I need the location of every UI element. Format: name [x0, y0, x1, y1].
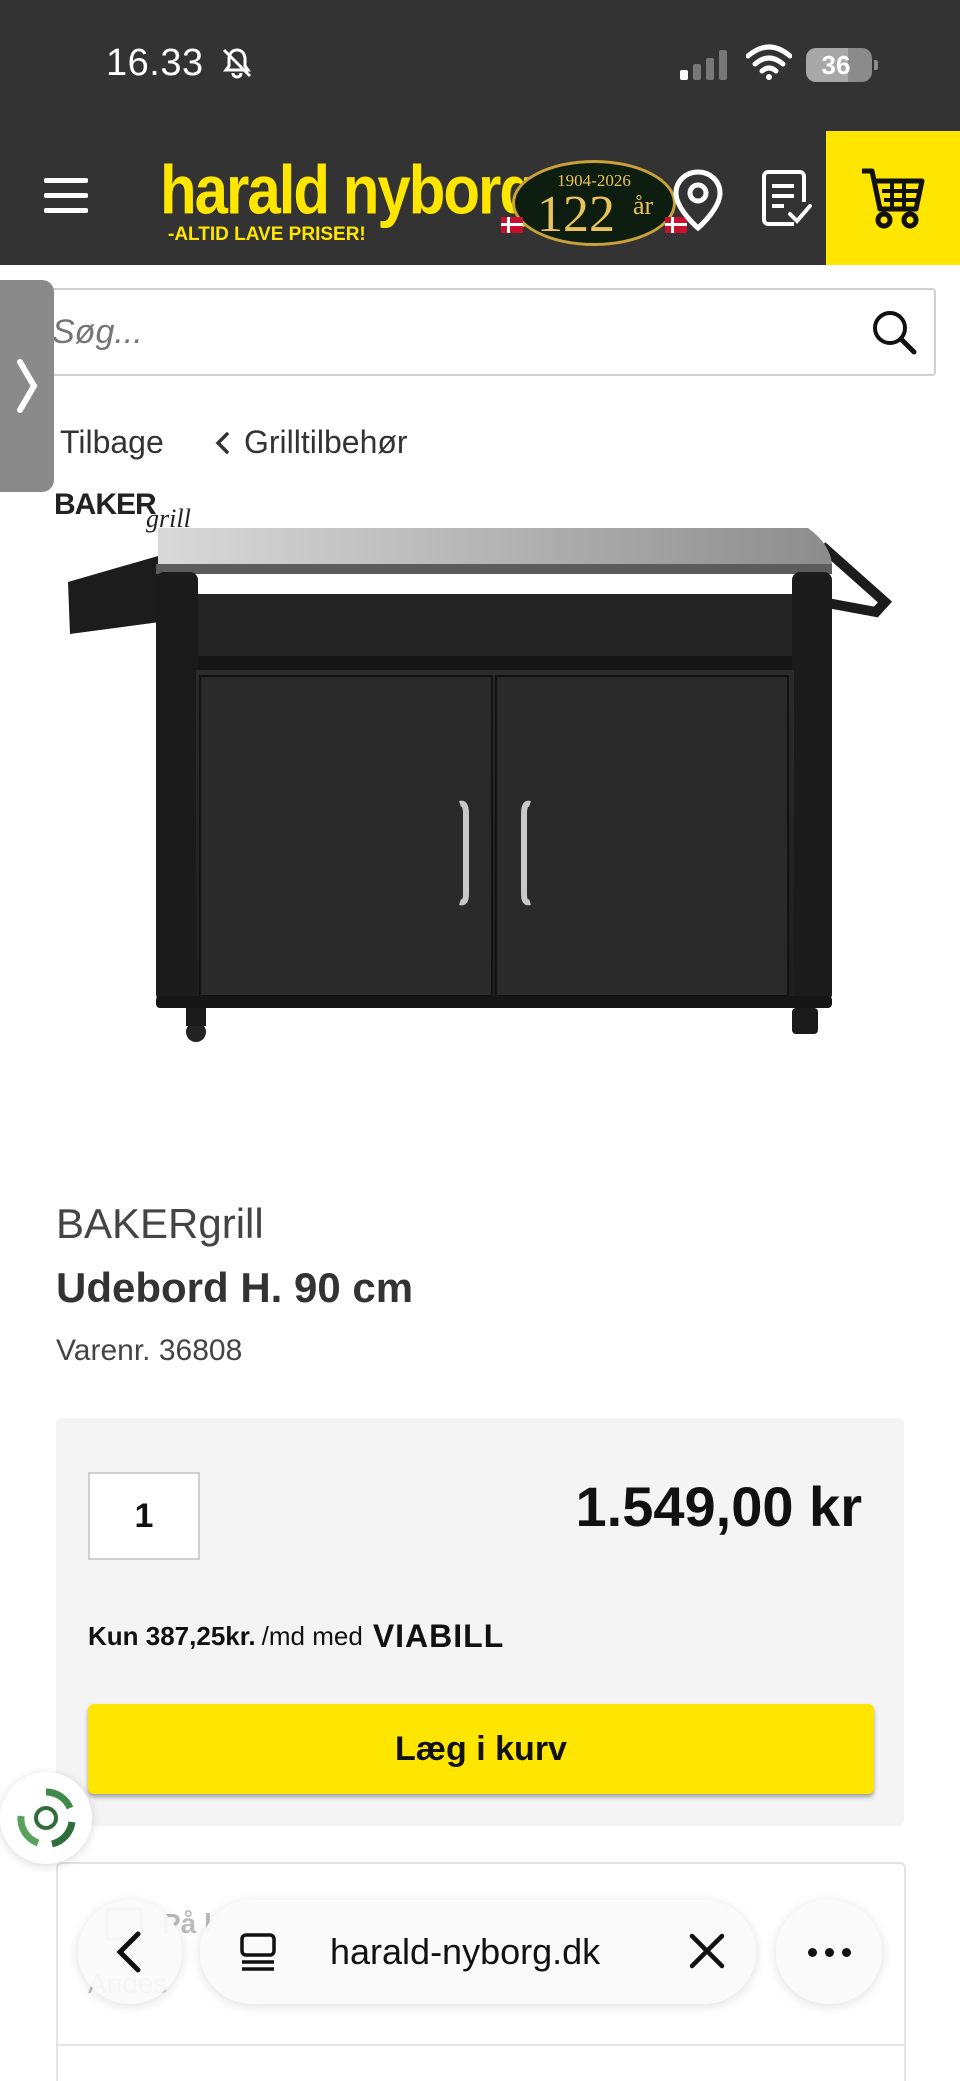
recycle-widget-button[interactable] [0, 1772, 92, 1864]
product-image[interactable] [40, 484, 920, 1084]
browser-more-button[interactable] [776, 1900, 882, 2004]
breadcrumb-back-link[interactable]: Tilbage [60, 424, 164, 461]
viabill-logo: VIABILL [372, 1618, 505, 1654]
signal-icon [680, 50, 727, 80]
more-dots-icon [808, 1948, 817, 1957]
status-time: 16.33 [106, 42, 204, 84]
menu-button[interactable] [44, 178, 88, 213]
harald-nyborg-logo[interactable]: harald nyborg -ALTID LAVE PRISER! [160, 150, 536, 250]
battery-icon: 36 [806, 48, 878, 82]
anniversary-number: 122 [537, 186, 615, 243]
search-icon[interactable] [870, 308, 918, 356]
tab-overview-icon [240, 1933, 276, 1971]
brand-badge-script: grill [146, 504, 191, 533]
browser-back-button[interactable] [78, 1900, 182, 2004]
cart-button[interactable] [826, 131, 960, 265]
location-pin-icon[interactable] [670, 168, 726, 232]
financing-text: /md med [261, 1621, 363, 1651]
brand-badge: BAKER grill [54, 488, 191, 533]
side-drawer-tab[interactable] [0, 280, 54, 492]
breadcrumb-category-label: Grilltilbehør [244, 424, 408, 460]
logo-name: harald nyborg [160, 151, 536, 229]
product-sku: Varenr. 36808 [56, 1334, 243, 1367]
shopping-cart-icon [862, 168, 925, 229]
recycle-icon [17, 1788, 76, 1848]
brand-badge-name: BAKER [54, 488, 157, 521]
browser-address-bar[interactable]: harald-nyborg.dk [200, 1900, 756, 2004]
search-box [36, 288, 936, 376]
quantity-input[interactable]: 1 [88, 1472, 200, 1560]
product-title: Udebord H. 90 cm [56, 1264, 414, 1311]
bell-muted-icon [222, 48, 252, 79]
financing-amount: Kun 387,25kr. [88, 1621, 256, 1651]
chevron-left-icon [116, 1931, 141, 1973]
breadcrumb-category-link[interactable]: Grilltilbehør [214, 424, 408, 461]
financing-info[interactable]: Kun 387,25kr. /md med VIABILL [88, 1618, 504, 1655]
close-icon[interactable] [686, 1930, 728, 1972]
product-brand[interactable]: BAKERgrill [56, 1200, 264, 1248]
checklist-icon[interactable] [760, 170, 812, 228]
browser-url: harald-nyborg.dk [330, 1931, 601, 1972]
more-dots-icon [825, 1948, 834, 1957]
product-price: 1.549,00 kr [575, 1475, 862, 1538]
buy-box: 1 1.549,00 kr Kun 387,25kr. /md med VIAB… [56, 1418, 904, 1826]
chevron-right-icon [17, 359, 38, 413]
anniversary-badge: 1904-2026 122 år [501, 160, 687, 246]
more-dots-icon [842, 1948, 851, 1957]
wifi-icon [746, 44, 792, 80]
add-to-cart-button[interactable]: Læg i kurv [88, 1704, 874, 1794]
anniversary-suffix: år [633, 191, 654, 220]
chevron-left-icon [215, 431, 229, 454]
danish-flag-icon [501, 217, 523, 233]
battery-level: 36 [821, 50, 851, 80]
logo-tagline: -ALTID LAVE PRISER! [168, 224, 366, 245]
search-input[interactable] [52, 290, 832, 374]
divider [58, 2044, 904, 2046]
